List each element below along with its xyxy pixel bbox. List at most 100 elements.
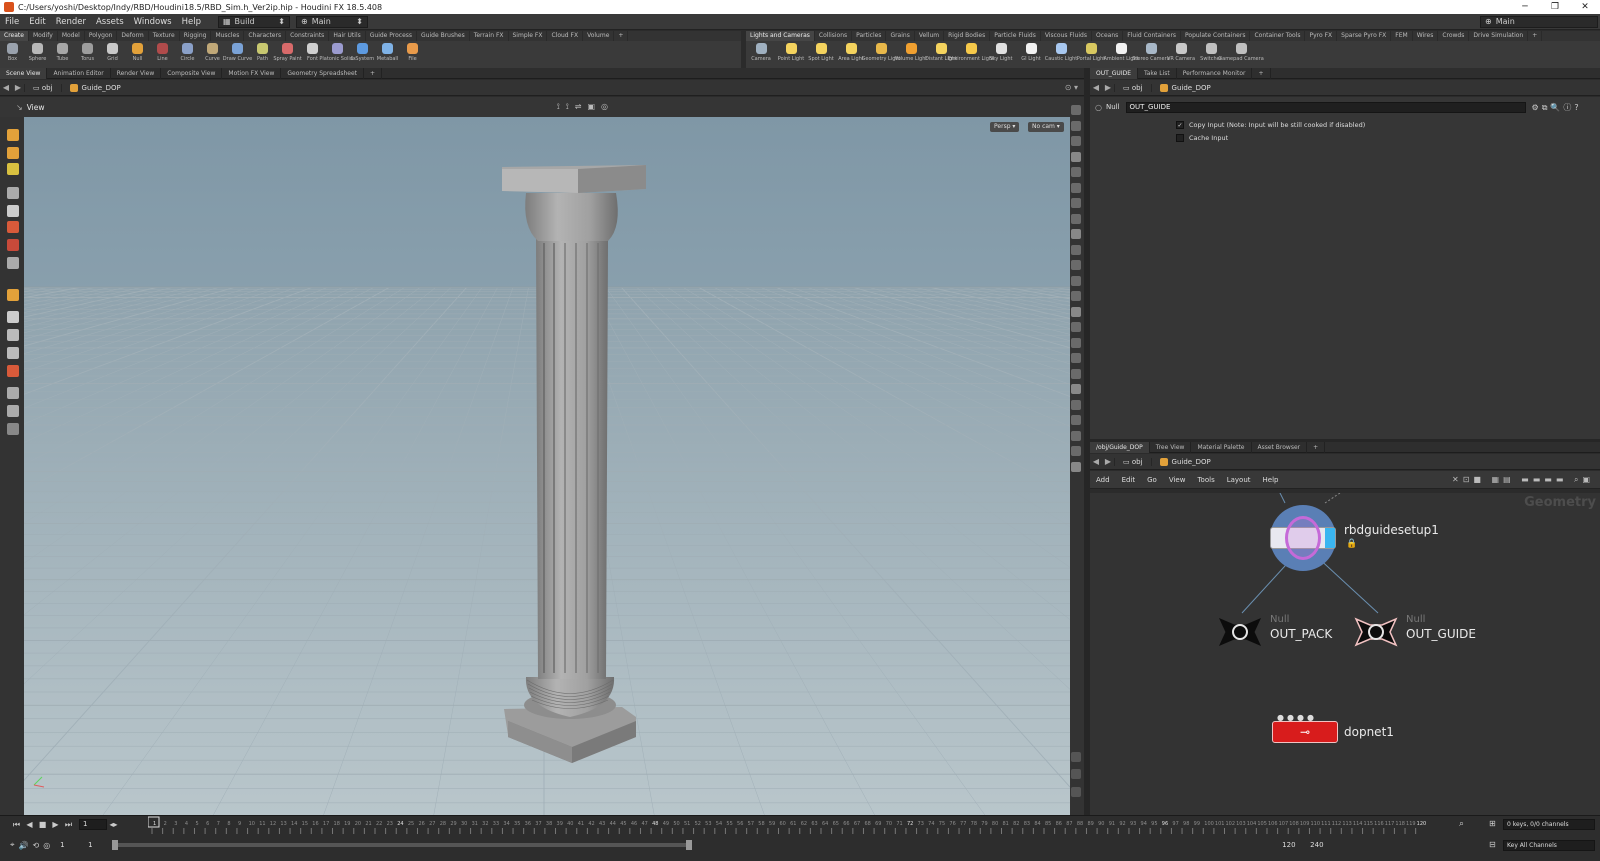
pane-tab-tree-view[interactable]: Tree View: [1150, 441, 1192, 453]
shelf-tool-sphere[interactable]: Sphere: [25, 41, 50, 62]
shelf-tab-container-tools[interactable]: Container Tools: [1250, 31, 1306, 41]
shelf-tab-particles[interactable]: Particles: [852, 31, 887, 41]
path-guide-dop[interactable]: Guide_DOP: [1150, 457, 1219, 466]
current-frame-field[interactable]: 1: [79, 819, 107, 830]
left-tool-icon[interactable]: [7, 163, 19, 175]
key-all-channels-button[interactable]: Key All Channels: [1503, 840, 1595, 851]
shelf-tab-volume[interactable]: Volume: [583, 31, 615, 41]
snap-icons[interactable]: ⟟⟟⇌▣◎: [557, 102, 614, 112]
shelf-tab-lights-and-cameras[interactable]: Lights and Cameras: [746, 31, 815, 41]
left-tool-icon[interactable]: [7, 147, 19, 159]
network-menu-edit[interactable]: Edit: [1116, 476, 1142, 484]
node-name-field[interactable]: OUT_GUIDE: [1125, 101, 1526, 113]
pane-tab-geometry-spreadsheet[interactable]: Geometry Spreadsheet: [281, 67, 364, 79]
shelf-tool-curve[interactable]: Curve: [200, 41, 225, 62]
network-menu-tools[interactable]: Tools: [1191, 476, 1220, 484]
pane-tab-take-list[interactable]: Take List: [1138, 67, 1177, 79]
pane-tab-motion-fx-view[interactable]: Motion FX View: [222, 67, 282, 79]
shelf-tab-wires[interactable]: Wires: [1413, 31, 1439, 41]
pane-tab-out-guide[interactable]: OUT_GUIDE: [1090, 67, 1139, 79]
path-obj[interactable]: ▭ obj: [1114, 457, 1151, 466]
key-all-icon[interactable]: ⊟: [1489, 840, 1496, 849]
node-dopnet1-inputs[interactable]: ●●●●: [1277, 713, 1317, 722]
shelf-tool-tube[interactable]: Tube: [50, 41, 75, 62]
shelf-tab-crowds[interactable]: Crowds: [1438, 31, 1470, 41]
shelf-tab-characters[interactable]: Characters: [244, 31, 287, 41]
cache-input-option[interactable]: Cache Input: [1176, 134, 1228, 142]
left-tool-icon[interactable]: [7, 205, 19, 217]
stop-icon[interactable]: ■: [36, 819, 49, 830]
search-icon[interactable]: ⌕: [1459, 819, 1464, 829]
shelf-tool-vr-camera[interactable]: VR Camera: [1166, 41, 1196, 62]
pane-tab-scene-view[interactable]: Scene View: [0, 67, 48, 79]
shelf-tool-grid[interactable]: Grid: [100, 41, 125, 62]
shelf-tab-texture[interactable]: Texture: [149, 31, 180, 41]
left-tool-icon[interactable]: [7, 423, 19, 435]
network-menu-add[interactable]: Add: [1090, 476, 1116, 484]
display-option-icon[interactable]: [1071, 291, 1081, 301]
pane-tab-plus[interactable]: +: [1307, 441, 1326, 453]
shelf-tool-line[interactable]: Line: [150, 41, 175, 62]
left-tool-icon[interactable]: [7, 387, 19, 399]
viewer-menu-icon[interactable]: ↘: [16, 103, 23, 112]
range-start-playback[interactable]: 1: [88, 841, 112, 849]
menu-help[interactable]: Help: [177, 17, 206, 27]
pane-tab-plus[interactable]: +: [364, 67, 383, 79]
range-handle-start[interactable]: [112, 840, 119, 850]
cache-input-checkbox[interactable]: [1176, 134, 1184, 142]
shelf-tab-vellum[interactable]: Vellum: [915, 31, 945, 41]
menu-render[interactable]: Render: [51, 17, 91, 27]
path-obj[interactable]: ▭ obj: [24, 83, 61, 92]
pane-tab-plus[interactable]: +: [1252, 67, 1271, 79]
shelf-tab-rigid-bodies[interactable]: Rigid Bodies: [944, 31, 991, 41]
play-icon[interactable]: ▶: [49, 819, 62, 830]
pane-tab-composite-view[interactable]: Composite View: [161, 67, 223, 79]
step-back-icon[interactable]: ◀: [23, 819, 36, 830]
shelf-tool-metaball[interactable]: Metaball: [375, 41, 400, 62]
left-tool-icon[interactable]: [7, 187, 19, 199]
shelf-tool-volume-light[interactable]: Volume Light: [895, 41, 927, 62]
pane-tab-asset-browser[interactable]: Asset Browser: [1252, 441, 1308, 453]
shelf-tool-draw-curve[interactable]: Draw Curve: [223, 41, 252, 62]
display-option-icon[interactable]: [1071, 275, 1081, 286]
restore-button[interactable]: ❐: [1540, 2, 1570, 12]
path-guide-dop[interactable]: Guide_DOP: [1150, 83, 1219, 92]
shelf-tool-environment-light[interactable]: Environment Light: [948, 41, 994, 62]
shelf-tab-modify[interactable]: Modify: [29, 31, 58, 41]
display-option-icon[interactable]: [1071, 353, 1081, 363]
copy-input-checkbox[interactable]: ✓: [1176, 121, 1184, 129]
display-option-icon[interactable]: [1071, 198, 1081, 208]
menu-edit[interactable]: Edit: [24, 17, 50, 27]
left-tool-icon[interactable]: [7, 365, 19, 377]
shelf-tool-sky-light[interactable]: Sky Light: [986, 41, 1016, 62]
left-tool-icon[interactable]: [7, 289, 19, 301]
path-guide-dop[interactable]: Guide_DOP: [60, 83, 129, 92]
back-arrow-icon[interactable]: ◀: [1090, 83, 1102, 92]
display-option-icon[interactable]: [1071, 415, 1081, 425]
display-option-icon[interactable]: [1071, 213, 1081, 224]
shelf-tool-l-system[interactable]: L-System: [350, 41, 375, 62]
shelf-tab-sparse-pyro-fx[interactable]: Sparse Pyro FX: [1337, 31, 1392, 41]
display-option-icon[interactable]: [1071, 461, 1081, 472]
shelf-tool-geometry-light[interactable]: Geometry Light: [862, 41, 901, 62]
display-option-icon[interactable]: [1071, 769, 1081, 779]
shelf-tool-portal-light[interactable]: Portal Light: [1076, 41, 1106, 62]
shelf-tool-torus[interactable]: Torus: [75, 41, 100, 62]
shelf-tool-null[interactable]: Null: [125, 41, 150, 62]
display-option-icon[interactable]: [1071, 399, 1081, 410]
display-option-icon[interactable]: [1071, 322, 1081, 332]
node-out-guide[interactable]: [1352, 615, 1400, 649]
network-menu-view[interactable]: View: [1163, 476, 1192, 484]
shelf-tab-populate-containers[interactable]: Populate Containers: [1181, 31, 1251, 41]
display-option-icon[interactable]: [1071, 384, 1081, 394]
shelf-tab-grains[interactable]: Grains: [886, 31, 915, 41]
shelf-tab-plus[interactable]: +: [614, 31, 629, 41]
menu-windows[interactable]: Windows: [129, 17, 177, 27]
menu-file[interactable]: File: [0, 17, 24, 27]
shelf-tool-point-light[interactable]: Point Light: [776, 41, 806, 62]
node-rbdguidesetup1-body[interactable]: [1270, 516, 1336, 560]
pane-tab-render-view[interactable]: Render View: [111, 67, 162, 79]
loop-icon[interactable]: ⟲: [32, 841, 39, 850]
shelf-tab-drive-simulation[interactable]: Drive Simulation: [1469, 31, 1529, 41]
key-icon[interactable]: ⊞: [1489, 819, 1496, 828]
